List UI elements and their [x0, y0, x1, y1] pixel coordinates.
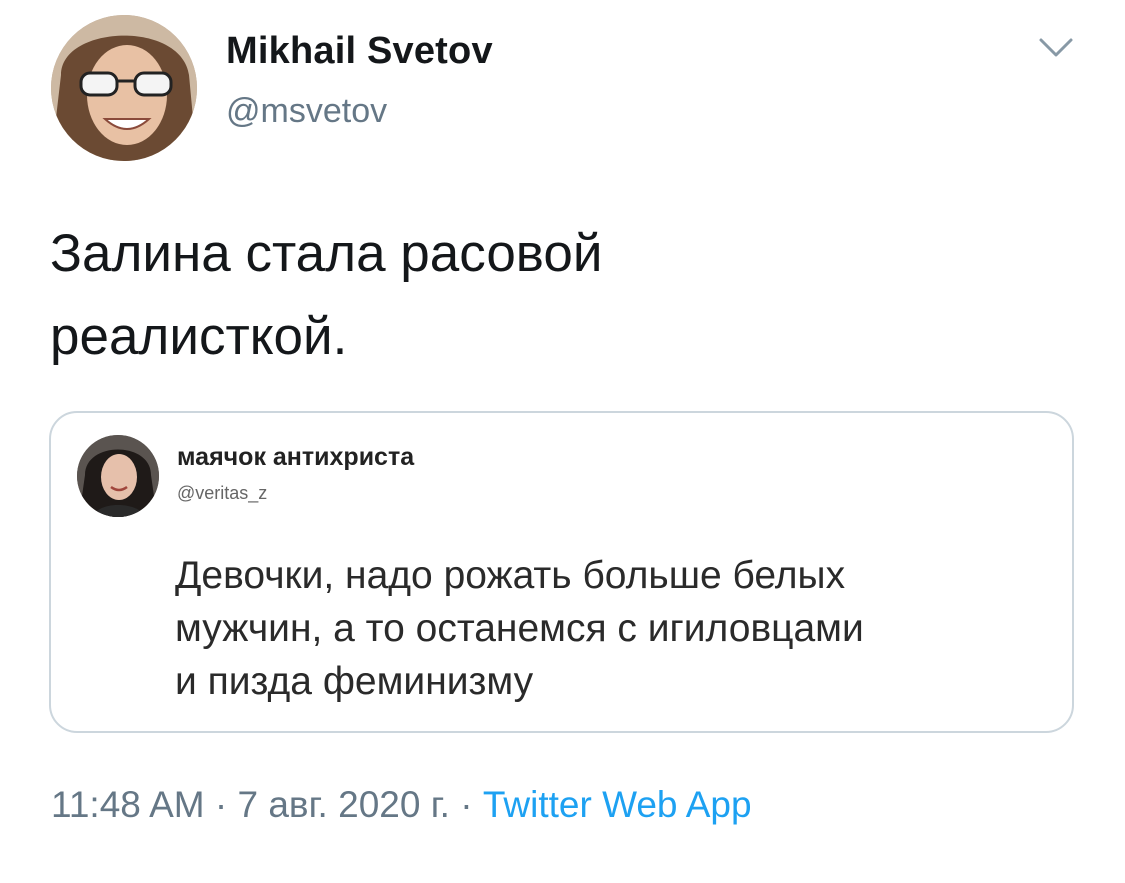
- tweet-source-link[interactable]: Twitter Web App: [483, 784, 752, 825]
- quoted-tweet-card[interactable]: маячок антихриста @veritas_z Девочки, на…: [49, 411, 1074, 733]
- tweet: Mikhail Svetov @msvetov Залина стала рас…: [0, 0, 1125, 883]
- author-display-name[interactable]: Mikhail Svetov: [226, 30, 493, 73]
- quoted-text-line: мужчин, а то останемся с игиловцами: [175, 607, 864, 650]
- tweet-text: Залина стала расовой реалисткой.: [50, 212, 1050, 378]
- quoted-author-display-name[interactable]: маячок антихриста: [177, 443, 414, 472]
- tweet-meta: 11:48 AM · 7 авг. 2020 г. · Twitter Web …: [51, 784, 752, 826]
- tweet-text-line: реалисткой.: [50, 307, 348, 366]
- tweet-time[interactable]: 11:48 AM: [51, 784, 205, 825]
- author-avatar[interactable]: [51, 15, 197, 161]
- chevron-down-icon[interactable]: [1037, 34, 1075, 62]
- quoted-text-line: и пизда феминизму: [175, 660, 534, 703]
- meta-separator: ·: [449, 784, 483, 825]
- quoted-tweet-text: Девочки, надо рожать больше белых мужчин…: [175, 549, 1055, 708]
- quoted-text-line: Девочки, надо рожать больше белых: [175, 554, 846, 597]
- meta-separator: ·: [204, 784, 238, 825]
- tweet-date[interactable]: 7 авг. 2020 г.: [237, 784, 449, 825]
- tweet-text-line: Залина стала расовой: [50, 224, 603, 283]
- author-handle[interactable]: @msvetov: [226, 92, 387, 131]
- quoted-author-handle[interactable]: @veritas_z: [177, 483, 267, 504]
- quoted-author-avatar[interactable]: [77, 435, 159, 517]
